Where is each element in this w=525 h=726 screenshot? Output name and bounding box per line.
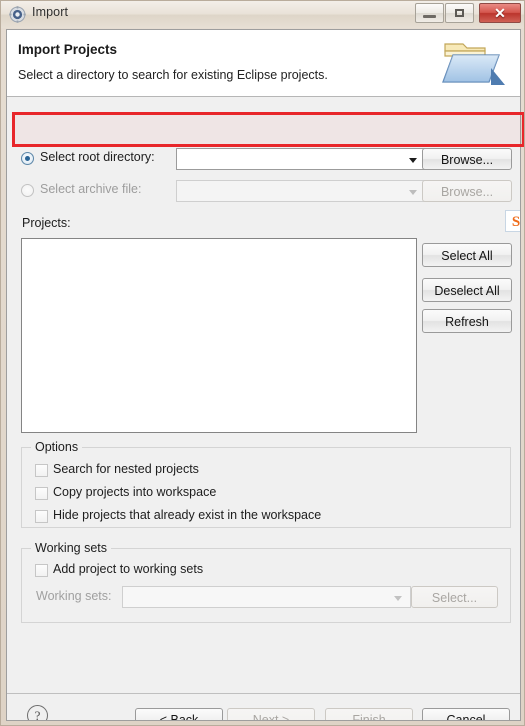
checkbox-hide-existing-projects[interactable] [35,510,48,523]
refresh-button[interactable]: Refresh [422,309,512,333]
browse-root-directory-button[interactable]: Browse... [422,148,512,170]
radio-select-root-directory[interactable] [21,152,34,165]
finish-button: Finish [325,708,413,720]
next-button: Next > [227,708,315,720]
working-sets-combo-label: Working sets: [36,589,112,603]
wizard-header: Import Projects Select a directory to se… [7,30,520,97]
close-button[interactable]: ✕ [479,3,521,23]
page-title: Import Projects [18,42,118,57]
checkbox-label-search-nested-projects: Search for nested projects [53,462,199,476]
working-sets-combo [122,586,411,608]
checkbox-label-add-project-to-working-sets: Add project to working sets [53,562,204,576]
window-title: Import [32,5,69,19]
working-sets-group-title: Working sets [31,541,112,555]
root-directory-combo[interactable] [176,148,426,170]
cancel-button[interactable]: Cancel [422,708,510,720]
chevron-down-icon [409,190,417,195]
working-sets-select-button: Select... [411,586,498,608]
open-folder-icon [441,38,509,90]
working-sets-group: Working sets Add project to working sets… [21,541,511,623]
sogou-s-logo-icon: S [505,210,520,232]
deselect-all-button[interactable]: Deselect All [422,278,512,302]
checkbox-search-nested-projects[interactable] [35,464,48,477]
projects-list[interactable] [21,238,417,433]
select-root-directory-label: Select root directory: [40,150,155,164]
restore-icon [455,9,464,17]
browse-archive-file-button: Browse... [422,180,512,202]
minimize-button[interactable] [415,3,444,23]
minimize-icon [423,15,436,18]
dialog-body: Import Projects Select a directory to se… [6,29,521,721]
close-icon: ✕ [494,5,506,21]
checkbox-copy-projects-into-workspace[interactable] [35,487,48,500]
checkbox-add-project-to-working-sets[interactable] [35,564,48,577]
title-bar: Import ✕ [1,1,524,28]
select-all-button[interactable]: Select All [422,243,512,267]
back-button[interactable]: < Back [135,708,223,720]
select-archive-file-label: Select archive file: [40,182,142,196]
eclipse-import-icon [9,6,26,23]
projects-label: Projects: [22,216,71,230]
svg-text:S: S [512,214,520,230]
help-icon[interactable]: ? [27,705,48,720]
chevron-down-icon [409,158,417,163]
import-dialog-window: Import ✕ Import Projects Select a direct… [0,0,525,726]
checkbox-label-hide-existing-projects: Hide projects that already exist in the … [53,508,322,522]
options-group: Options Search for nested projects Copy … [21,440,511,528]
checkbox-label-copy-projects-into-workspace: Copy projects into workspace [53,485,217,499]
maximize-button[interactable] [445,3,474,23]
page-description: Select a directory to search for existin… [18,68,328,82]
archive-file-combo [176,180,426,202]
chevron-down-icon [394,596,402,601]
options-group-title: Options [31,440,83,454]
radio-select-archive-file[interactable] [21,184,34,197]
